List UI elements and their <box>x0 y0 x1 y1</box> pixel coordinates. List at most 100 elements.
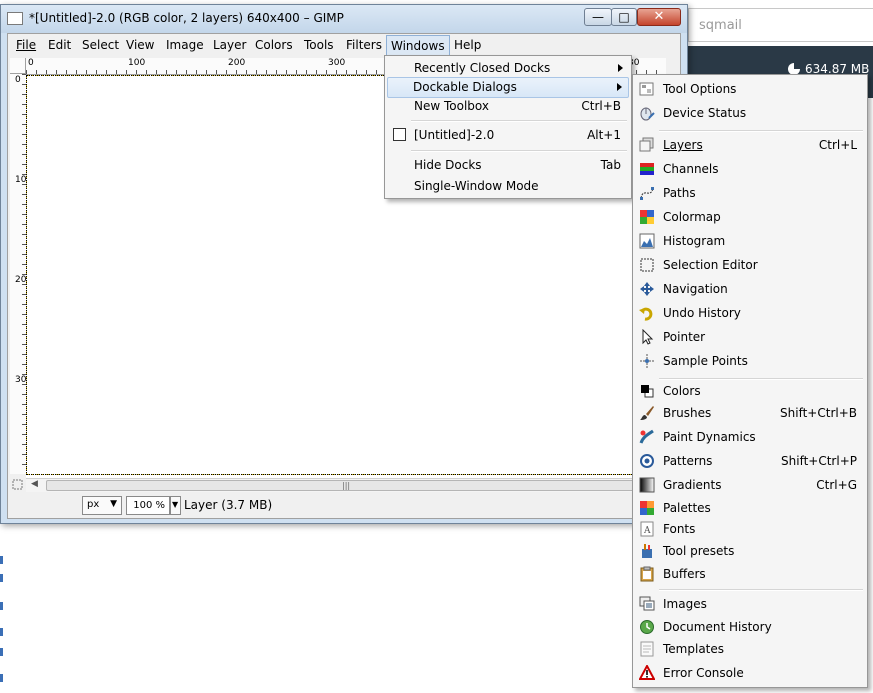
close-icon: ✕ <box>653 9 665 24</box>
menu-item-tool-options[interactable]: Tool Options <box>635 79 865 100</box>
menu-item-tool-presets[interactable]: Tool presets <box>635 541 865 562</box>
error-console-icon <box>639 665 655 680</box>
background-address-bar[interactable]: sqmail <box>688 8 873 42</box>
menu-item-document-history[interactable]: Document History <box>635 617 865 638</box>
background-link-mark <box>0 574 3 582</box>
ruler-label: 100 <box>128 58 146 68</box>
tool-presets-icon <box>642 544 652 558</box>
menu-item-palettes[interactable]: Palettes <box>635 498 865 519</box>
brushes-icon <box>640 406 654 420</box>
patterns-icon <box>640 454 654 468</box>
menu-view[interactable]: View <box>122 34 158 56</box>
menu-item-untitled-image[interactable]: [Untitled]-2.0 Alt+1 <box>387 125 629 146</box>
submenu-arrow-icon <box>618 64 623 72</box>
menu-separator <box>411 150 627 152</box>
menu-item-pointer[interactable]: Pointer <box>635 327 865 348</box>
ruler-label: 0 <box>15 75 21 85</box>
background-link-mark <box>0 674 3 682</box>
scrollbar-thumb[interactable] <box>46 480 662 491</box>
chevron-down-icon: ▼ <box>110 499 117 509</box>
background-link-mark <box>0 648 3 656</box>
menu-item-dockable-dialogs[interactable]: Dockable Dialogs <box>387 77 629 98</box>
pointer-icon <box>642 329 654 345</box>
menu-separator <box>411 120 627 122</box>
horizontal-scrollbar[interactable]: ◀ ||| <box>26 478 662 493</box>
menu-item-sample-points[interactable]: Sample Points <box>635 351 865 372</box>
menu-item-undo-history[interactable]: Undo History <box>635 303 865 324</box>
images-icon <box>639 596 655 611</box>
menu-item-patterns[interactable]: Patterns Shift+Ctrl+P <box>635 451 865 472</box>
title-bar[interactable]: *[Untitled]-2.0 (RGB color, 2 layers) 64… <box>1 5 687 33</box>
navigation-icon <box>640 282 654 296</box>
menu-item-buffers[interactable]: Buffers <box>635 564 865 585</box>
zoom-field[interactable]: 100 % <box>126 496 170 515</box>
menu-item-colormap[interactable]: Colormap <box>635 207 865 228</box>
menu-item-single-window-mode[interactable]: Single-Window Mode <box>387 176 629 197</box>
menu-item-paths[interactable]: Paths <box>635 183 865 204</box>
menu-image[interactable]: Image <box>162 34 208 56</box>
menu-colors[interactable]: Colors <box>251 34 297 56</box>
menu-item-device-status[interactable]: Device Status <box>635 103 865 124</box>
ruler-label: 300 <box>15 375 26 385</box>
menu-item-navigation[interactable]: Navigation <box>635 279 865 300</box>
close-button[interactable]: ✕ <box>637 8 681 26</box>
gradients-icon <box>639 477 655 493</box>
paths-icon <box>640 187 654 200</box>
dockable-dialogs-submenu: Tool Options Device Status Layers Ctrl+L… <box>632 74 868 688</box>
menu-windows[interactable]: Windows <box>386 35 450 57</box>
ruler-corner[interactable] <box>10 58 26 74</box>
colormap-icon <box>640 210 654 224</box>
menu-help[interactable]: Help <box>450 34 485 56</box>
menu-item-gradients[interactable]: Gradients Ctrl+G <box>635 475 865 496</box>
windows-menu: Recently Closed Docks Dockable Dialogs N… <box>384 55 632 199</box>
menu-file[interactable]: File <box>12 34 40 56</box>
menu-item-channels[interactable]: Channels <box>635 159 865 180</box>
menu-item-recently-closed-docks[interactable]: Recently Closed Docks <box>387 58 629 79</box>
menu-item-layers[interactable]: Layers Ctrl+L <box>635 135 865 156</box>
background-link-mark <box>0 628 3 636</box>
device-status-icon <box>640 107 655 121</box>
menu-tools[interactable]: Tools <box>300 34 338 56</box>
maximize-icon: □ <box>618 10 630 24</box>
fonts-icon: A <box>640 521 654 537</box>
svg-text:A: A <box>643 526 651 536</box>
unit-selector[interactable]: px ▼ <box>82 496 122 515</box>
menu-separator <box>659 378 863 380</box>
background-address-text: sqmail <box>699 18 742 33</box>
buffers-icon <box>640 566 654 582</box>
scroll-left-icon[interactable]: ◀ <box>31 479 38 489</box>
window-app-icon <box>7 12 23 25</box>
menu-item-selection-editor[interactable]: Selection Editor <box>635 255 865 276</box>
menu-edit[interactable]: Edit <box>44 34 75 56</box>
zoom-dropdown-button[interactable]: ▼ <box>170 496 181 515</box>
sample-points-icon <box>640 354 654 368</box>
selection-editor-icon <box>640 258 654 272</box>
chevron-down-icon: ▼ <box>172 500 179 509</box>
ruler-label: 0 <box>28 58 34 68</box>
vertical-ruler[interactable]: 0 100 200 300 <box>10 74 27 474</box>
menu-filters[interactable]: Filters <box>342 34 386 56</box>
checkbox-icon <box>393 128 406 141</box>
menu-item-new-toolbox[interactable]: New Toolbox Ctrl+B <box>387 96 629 117</box>
menu-item-templates[interactable]: Templates <box>635 639 865 660</box>
status-message: Layer (3.7 MB) <box>184 498 273 512</box>
menu-separator <box>659 130 863 132</box>
tool-options-icon <box>639 82 654 96</box>
maximize-button[interactable]: □ <box>611 8 637 26</box>
menu-item-histogram[interactable]: Histogram <box>635 231 865 252</box>
menu-layer[interactable]: Layer <box>209 34 250 56</box>
menu-item-error-console[interactable]: Error Console <box>635 663 865 684</box>
menu-item-images[interactable]: Images <box>635 594 865 615</box>
quick-mask-toggle[interactable] <box>10 478 26 492</box>
quick-mask-icon <box>12 479 23 490</box>
menu-item-hide-docks[interactable]: Hide Docks Tab <box>387 155 629 176</box>
minimize-button[interactable]: — <box>584 8 612 26</box>
minimize-icon: — <box>592 10 604 24</box>
menu-select[interactable]: Select <box>78 34 123 56</box>
menu-item-brushes[interactable]: Brushes Shift+Ctrl+B <box>635 403 865 424</box>
menu-separator <box>659 589 863 591</box>
menu-item-colors[interactable]: Colors <box>635 381 865 402</box>
submenu-arrow-icon <box>617 83 622 91</box>
menu-item-fonts[interactable]: A Fonts <box>635 519 865 540</box>
menu-item-paint-dynamics[interactable]: Paint Dynamics <box>635 427 865 448</box>
